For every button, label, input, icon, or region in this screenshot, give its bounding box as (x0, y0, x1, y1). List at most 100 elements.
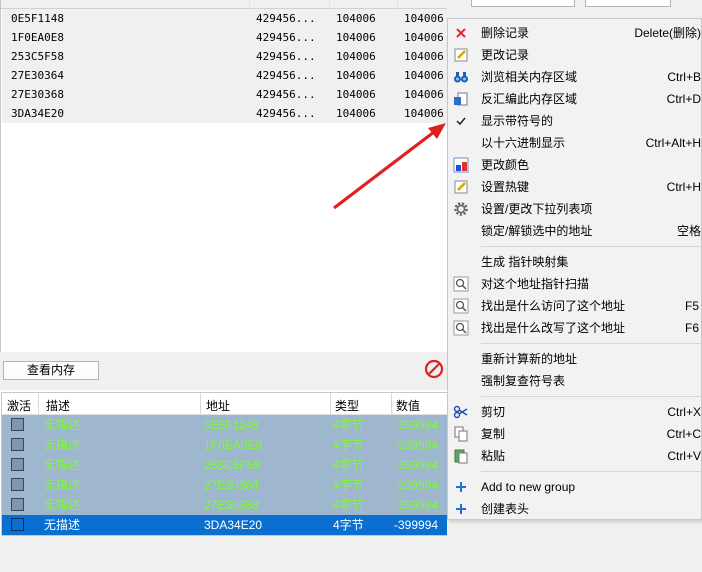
menu-item-recalculate[interactable]: 重新计算新的地址 (448, 348, 701, 370)
menu-shortcut: F5 (684, 299, 699, 313)
row-type: 4字节 (333, 458, 364, 472)
row-value: -399994 (394, 438, 439, 452)
result-previous: 104006 (336, 31, 376, 44)
menu-label: 以十六进制显示 (481, 136, 566, 150)
menu-label: 设置热键 (481, 180, 530, 194)
menu-item-find-write[interactable]: 找出是什么改写了这个地址 F6 (448, 317, 701, 339)
header-address[interactable]: 地址 (206, 397, 230, 414)
active-checkbox[interactable] (11, 458, 24, 471)
result-first: 104006 (404, 12, 444, 25)
menu-item-recheck-symbols[interactable]: 强制复查符号表 (448, 370, 701, 392)
header-description[interactable]: 描述 (46, 397, 70, 414)
menu-label: 对这个地址指针扫描 (481, 277, 590, 291)
menu-item-dropdown-list[interactable]: 设置/更改下拉列表项 (448, 198, 701, 220)
result-row[interactable]: 27E30368 429456... 104006 104006 (2, 85, 448, 104)
result-address: 0E5F1148 (11, 12, 64, 25)
menu-label: 重新计算新的地址 (481, 352, 578, 366)
plus-icon (453, 479, 469, 495)
context-menu: 删除记录 Delete(删除) 更改记录 浏览相关内存区域 Ctrl+B 反汇编… (447, 18, 702, 520)
menu-item-change-color[interactable]: 更改颜色 (448, 154, 701, 176)
row-type: 4字节 (333, 418, 364, 432)
result-value: 429456... (256, 12, 316, 25)
top-button[interactable] (471, 0, 575, 7)
menu-item-generate-pointermap[interactable]: 生成 指针映射集 (448, 251, 701, 273)
result-row[interactable]: 0E5F1148 429456... 104006 104006 (2, 9, 448, 28)
result-first: 104006 (404, 50, 444, 63)
result-row[interactable]: 1F0EA0E8 429456... 104006 104006 (2, 28, 448, 47)
menu-label: 更改颜色 (481, 158, 530, 172)
address-row[interactable]: 无描述 27E30364 4字节 -399994 (2, 475, 448, 495)
color-palette-icon (453, 157, 469, 173)
row-value: -399994 (394, 458, 439, 472)
menu-item-add-to-group[interactable]: Add to new group (448, 476, 701, 498)
active-checkbox[interactable] (11, 518, 24, 531)
menu-item-pointer-scan[interactable]: 对这个地址指针扫描 (448, 273, 701, 295)
menu-item-cut[interactable]: 剪切 Ctrl+X (448, 401, 701, 423)
row-value: -399994 (394, 478, 439, 492)
address-list-table[interactable]: 激活 描述 地址 类型 数值 无描述 0E5F1148 4字节 -399994 … (1, 392, 448, 536)
active-checkbox[interactable] (11, 478, 24, 491)
row-type: 4字节 (333, 518, 364, 532)
menu-label: 设置/更改下拉列表项 (481, 202, 593, 216)
menu-label: Add to new group (481, 480, 576, 494)
menu-item-show-signed[interactable]: 显示带符号的 (448, 110, 701, 132)
header-active[interactable]: 激活 (7, 397, 31, 414)
address-row-selected[interactable]: 无描述 3DA34E20 4字节 -399994 (2, 515, 448, 535)
result-address: 253C5F58 (11, 50, 64, 63)
row-description: 无描述 (44, 418, 81, 432)
menu-label: 生成 指针映射集 (481, 255, 569, 269)
menu-item-browse-memory[interactable]: 浏览相关内存区域 Ctrl+B (448, 66, 701, 88)
address-list-header: 激活 描述 地址 类型 数值 (2, 393, 448, 415)
address-row[interactable]: 无描述 1F0EA0E8 4字节 -399994 (2, 435, 448, 455)
row-value: -399994 (394, 518, 439, 532)
menu-shortcut: F6 (684, 321, 699, 335)
menu-shortcut: Ctrl+B (667, 70, 701, 84)
active-checkbox[interactable] (11, 498, 24, 511)
menu-item-paste[interactable]: 粘贴 Ctrl+V (448, 445, 701, 467)
menu-separator (481, 396, 701, 397)
results-header (1, 0, 448, 9)
menu-shortcut: Ctrl+Alt+H (645, 136, 701, 150)
header-type[interactable]: 类型 (335, 397, 359, 414)
binoculars-icon (453, 69, 469, 85)
menu-item-show-hex[interactable]: 以十六进制显示 Ctrl+Alt+H (448, 132, 701, 154)
gear-icon (453, 201, 469, 217)
paste-icon (453, 448, 469, 464)
top-button[interactable] (585, 0, 671, 7)
menu-shortcut: Ctrl+V (667, 449, 701, 463)
menu-label: 更改记录 (481, 48, 530, 62)
result-value: 429456... (256, 50, 316, 63)
active-checkbox[interactable] (11, 438, 24, 451)
menu-item-set-hotkey[interactable]: 设置热键 Ctrl+H (448, 176, 701, 198)
address-row[interactable]: 无描述 0E5F1148 4字节 -399994 (2, 415, 448, 435)
row-value: -399994 (394, 418, 439, 432)
menu-item-disassemble[interactable]: 反汇编此内存区域 Ctrl+D (448, 88, 701, 110)
column-divider (200, 393, 201, 414)
menu-item-edit-record[interactable]: 更改记录 (448, 44, 701, 66)
header-value[interactable]: 数值 (396, 397, 420, 414)
result-address: 27E30364 (11, 69, 64, 82)
row-description: 无描述 (44, 438, 81, 452)
address-row[interactable]: 无描述 27E30368 4字节 -399994 (2, 495, 448, 515)
menu-label: 找出是什么改写了这个地址 (481, 321, 626, 335)
result-row[interactable]: 27E30364 429456... 104006 104006 (2, 66, 448, 85)
menu-label: 删除记录 (481, 26, 530, 40)
result-first: 104006 (404, 88, 444, 101)
menu-label: 显示带符号的 (481, 114, 554, 128)
menu-item-delete[interactable]: 删除记录 Delete(删除) (448, 22, 701, 44)
clear-no-icon[interactable] (424, 359, 444, 379)
menu-item-lock-unlock[interactable]: 锁定/解锁选中的地址 空格 (448, 220, 701, 242)
column-divider (38, 393, 39, 414)
menu-item-copy[interactable]: 复制 Ctrl+C (448, 423, 701, 445)
address-row[interactable]: 无描述 253C5F58 4字节 -399994 (2, 455, 448, 475)
active-checkbox[interactable] (11, 418, 24, 431)
menu-separator (481, 343, 701, 344)
menu-item-find-access[interactable]: 找出是什么访问了这个地址 F5 (448, 295, 701, 317)
row-value: -399994 (394, 498, 439, 512)
delete-x-icon (453, 25, 469, 41)
menu-item-create-header[interactable]: 创建表头 (448, 498, 701, 520)
menu-shortcut: 空格 (676, 224, 701, 238)
result-address: 27E30368 (11, 88, 64, 101)
view-memory-button[interactable]: 查看内存 (3, 361, 99, 380)
result-row[interactable]: 253C5F58 429456... 104006 104006 (2, 47, 448, 66)
